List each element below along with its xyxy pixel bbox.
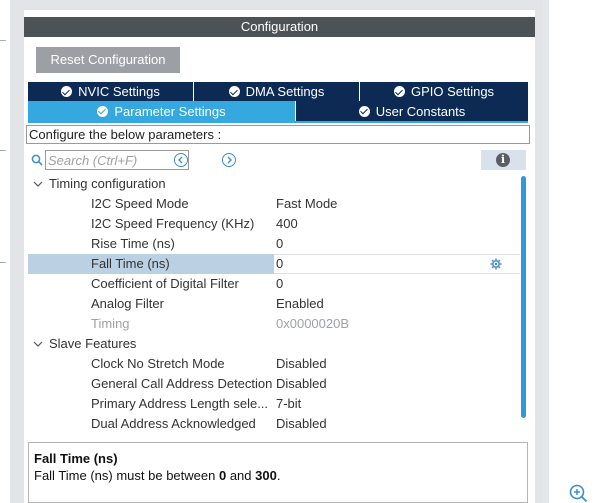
group-slave-features[interactable]: Slave Features [28,334,520,354]
description-max: 300 [255,468,277,483]
gear-icon[interactable] [490,258,502,270]
chevron-left-icon [178,156,183,164]
param-row-selected[interactable]: Fall Time (ns) 0 [28,254,520,274]
search-next-button[interactable] [222,153,236,167]
chevron-down-icon [33,181,43,187]
param-row[interactable]: Coefficient of Digital Filter 0 [28,274,520,294]
param-row[interactable]: Analog Filter Enabled [28,294,520,314]
description-title: Fall Time (ns) [34,451,118,466]
check-circle-icon [97,105,109,117]
param-row[interactable]: General Call Address Detection Disabled [28,374,520,394]
reset-configuration-button[interactable]: Reset Configuration [36,47,180,73]
configuration-header: Configuration [24,17,535,37]
search-input[interactable] [45,150,189,170]
param-name: General Call Address Detection [91,376,273,391]
parameter-tree: Timing configuration I2C Speed Mode Fast… [28,174,520,436]
param-name: Analog Filter [91,296,164,311]
tabs-row-2: Parameter Settings User Constants [28,101,528,121]
tab-nvic-settings[interactable]: NVIC Settings [28,82,194,101]
param-row[interactable]: I2C Speed Frequency (KHz) 400 [28,214,520,234]
param-name: I2C Speed Frequency (KHz) [91,216,255,231]
left-tick [0,40,6,41]
param-row[interactable]: Clock No Stretch Mode Disabled [28,354,520,374]
group-label: Timing configuration [49,176,166,191]
scrollbar-thumb[interactable] [521,176,526,418]
param-row[interactable]: Primary Address Length sele... 7-bit [28,394,520,414]
param-value[interactable]: Disabled [276,374,327,394]
param-name: Coefficient of Digital Filter [91,276,239,291]
tab-dma-settings[interactable]: DMA Settings [194,82,360,101]
param-value[interactable]: 0 [276,274,283,294]
param-row-disabled: Timing 0x0000020B [28,314,520,334]
tree-scrollbar[interactable] [520,176,528,436]
param-name: Primary Address Length sele... [91,396,269,411]
left-tick [0,262,6,263]
tab-gpio-settings[interactable]: GPIO Settings [360,82,528,101]
tab-label: User Constants [375,103,466,119]
tabs-row-1: NVIC Settings DMA Settings GPIO Settings [28,82,528,101]
tab-label: GPIO Settings [410,84,495,99]
tab-user-constants[interactable]: User Constants [296,101,528,121]
tab-parameter-settings[interactable]: Parameter Settings [28,101,296,121]
param-name: I2C Speed Mode [91,196,189,211]
param-name: Rise Time (ns) [91,236,175,251]
value-edit-box[interactable] [274,254,520,274]
search-previous-button[interactable] [174,153,188,167]
left-tick [0,150,6,151]
param-value: 0x0000020B [276,316,350,331]
tab-label: DMA Settings [245,84,325,99]
info-button[interactable]: i [481,150,526,170]
param-value[interactable]: 400 [276,214,298,234]
description-text: Fall Time (ns) must be between 0 and 300… [34,467,522,485]
check-circle-icon [61,86,73,97]
param-value[interactable]: Disabled [276,414,327,434]
zoom-in-icon[interactable] [568,483,588,503]
param-row[interactable]: Rise Time (ns) 0 [28,234,520,254]
chevron-right-icon [227,156,232,164]
info-icon: i [496,153,510,167]
param-name: Dual Address Acknowledged [91,416,256,431]
param-value[interactable]: Enabled [276,294,324,314]
param-value[interactable]: 0 [276,254,283,274]
right-side-area [543,0,604,503]
description-panel: Fall Time (ns) Fall Time (ns) must be be… [28,442,528,503]
check-circle-icon [393,86,405,97]
param-value[interactable]: Fast Mode [276,194,337,214]
description-text-prefix: Fall Time (ns) must be between [34,468,219,483]
param-row[interactable]: Dual Address Acknowledged Disabled [28,414,520,434]
param-value[interactable]: 0 [276,234,283,254]
group-label: Slave Features [49,336,137,351]
param-name: Fall Time (ns) [91,256,170,271]
description-text-suffix: . [276,468,281,483]
param-name: Timing [91,316,130,331]
check-circle-icon [358,105,370,117]
description-text-mid: and [226,468,256,483]
param-value[interactable]: 7-bit [276,394,301,414]
param-name: Clock No Stretch Mode [91,356,225,371]
param-row[interactable]: I2C Speed Mode Fast Mode [28,194,520,214]
param-value[interactable]: Disabled [276,354,327,374]
outer-scroll-track[interactable] [543,0,549,503]
group-timing-configuration[interactable]: Timing configuration [28,174,520,194]
configure-hint: Configure the below parameters : [26,125,530,144]
tab-label: NVIC Settings [78,84,160,99]
check-circle-icon [228,86,240,97]
tab-label: Parameter Settings [114,103,226,119]
search-icon [31,154,43,166]
chevron-down-icon [33,341,43,347]
tab-underline [28,121,528,123]
left-margin [0,0,10,503]
